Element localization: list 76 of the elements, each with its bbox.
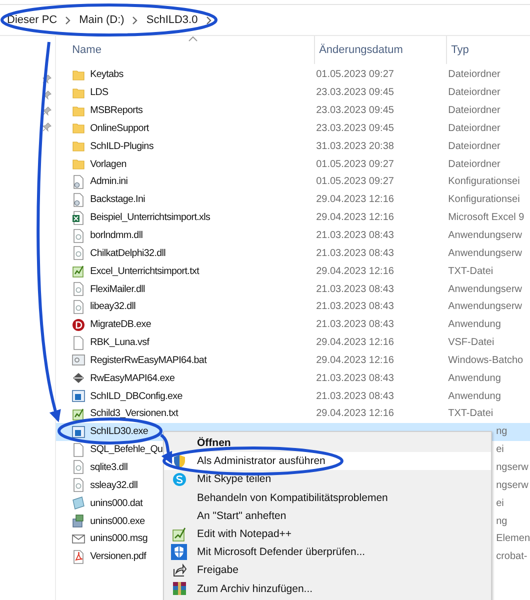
file-type: crobat- [495, 551, 528, 562]
file-date: 29.04.2023 12:16 [315, 337, 395, 348]
file-name: sqlite3.dll [90, 462, 128, 473]
file-name: Excel_Unterrichtsimport.txt [90, 266, 200, 277]
file-type: Anwendungserw [447, 301, 524, 312]
file-date: 01.05.2023 09:27 [315, 69, 395, 80]
file-type: Dateiordner [447, 122, 502, 134]
file-date: 31.03.2023 20:38 [315, 140, 395, 152]
file-type: ng [495, 516, 508, 527]
file-type: ei [495, 498, 505, 509]
file-name: Admin.ini [90, 176, 128, 188]
file-name: SchILD-Plugins [90, 140, 154, 152]
file-type: Anwendungserw [447, 248, 524, 259]
file-name: Schild3_Versionen.txt [90, 408, 178, 420]
file-name: SchILD_DBConfig.exe [90, 390, 182, 402]
file-date: 23.03.2023 09:45 [315, 105, 395, 116]
file-type: ngserw [495, 480, 530, 491]
file-date: 29.04.2023 12:16 [315, 194, 395, 206]
file-type: Anwendungserw [447, 230, 524, 242]
file-name: unins000.msg [90, 533, 148, 544]
file-name: ChilkatDelphi32.dll [90, 248, 166, 259]
file-name: SQL_Befehle_Qu [90, 444, 163, 456]
file-date: 21.03.2023 08:43 [315, 248, 395, 259]
file-name: Keytabs [90, 69, 124, 80]
file-type: Dateiordner [447, 140, 502, 152]
file-type: Konfigurationsei [447, 194, 521, 206]
file-date: 21.03.2023 08:43 [315, 230, 395, 242]
file-date: 23.03.2023 09:45 [315, 87, 395, 98]
file-type: Microsoft Excel 9 [447, 212, 526, 224]
file-type: Anwendung [447, 390, 502, 402]
file-type: Elemen [495, 533, 530, 544]
file-type: Dateiordner [447, 105, 502, 116]
file-date: 23.03.2023 09:45 [315, 122, 395, 134]
file-type: ng [495, 426, 508, 438]
file-name: FlexiMailer.dll [90, 284, 145, 295]
file-type: ngserw [495, 462, 530, 473]
file-date: 01.05.2023 09:27 [315, 176, 395, 188]
file-type: VSF-Datei [447, 337, 496, 348]
file-type: Konfigurationsei [447, 176, 521, 188]
file-name: MigrateDB.exe [90, 319, 151, 330]
file-name: libeay32.dll [90, 301, 136, 312]
file-name: OnlineSupport [90, 122, 149, 134]
file-name: ssleay32.dll [90, 480, 138, 491]
file-date: 29.04.2023 12:16 [315, 408, 395, 420]
file-name: SchILD30.exe [90, 426, 148, 438]
file-type: TXT-Datei [447, 266, 494, 277]
file-name: RwEasyMAPI64.exe [90, 372, 175, 384]
file-name: unins000.dat [90, 498, 143, 509]
file-type: Dateiordner [447, 158, 502, 170]
file-date: 29.04.2023 12:16 [315, 212, 395, 224]
file-date: 29.04.2023 12:16 [315, 354, 395, 366]
file-name: RegisterRwEasyMAPI64.bat [90, 354, 206, 366]
file-date: 21.03.2023 08:43 [315, 284, 395, 295]
file-name: borlndmm.dll [90, 230, 143, 242]
file-name: unins000.exe [90, 516, 145, 527]
file-type: TXT-Datei [447, 408, 494, 420]
file-date: 21.03.2023 08:43 [315, 390, 395, 402]
file-type: Dateiordner [447, 69, 502, 80]
file-type: Anwendung [447, 319, 502, 330]
file-type: ei [495, 444, 505, 456]
file-name: Backstage.Ini [90, 194, 146, 206]
file-name: Beispiel_Unterrichtsimport.xls [90, 212, 210, 224]
file-name: RBK_Luna.vsf [90, 337, 150, 348]
file-type: Dateiordner [447, 87, 502, 98]
file-name: Vorlagen [90, 158, 126, 170]
file-date: 29.04.2023 12:16 [315, 266, 395, 277]
file-date: 21.03.2023 08:43 [315, 319, 395, 330]
file-date: 21.03.2023 08:43 [315, 372, 395, 384]
file-type: Windows-Batcho [447, 354, 524, 366]
file-name: LDS [90, 87, 108, 98]
file-name: MSBReports [90, 105, 143, 116]
file-date: 21.03.2023 08:43 [315, 301, 395, 312]
file-date: 01.05.2023 09:27 [315, 158, 395, 170]
file-type: Anwendung [447, 372, 502, 384]
file-type: Anwendungserw [447, 284, 524, 295]
file-name: Versionen.pdf [90, 551, 146, 562]
